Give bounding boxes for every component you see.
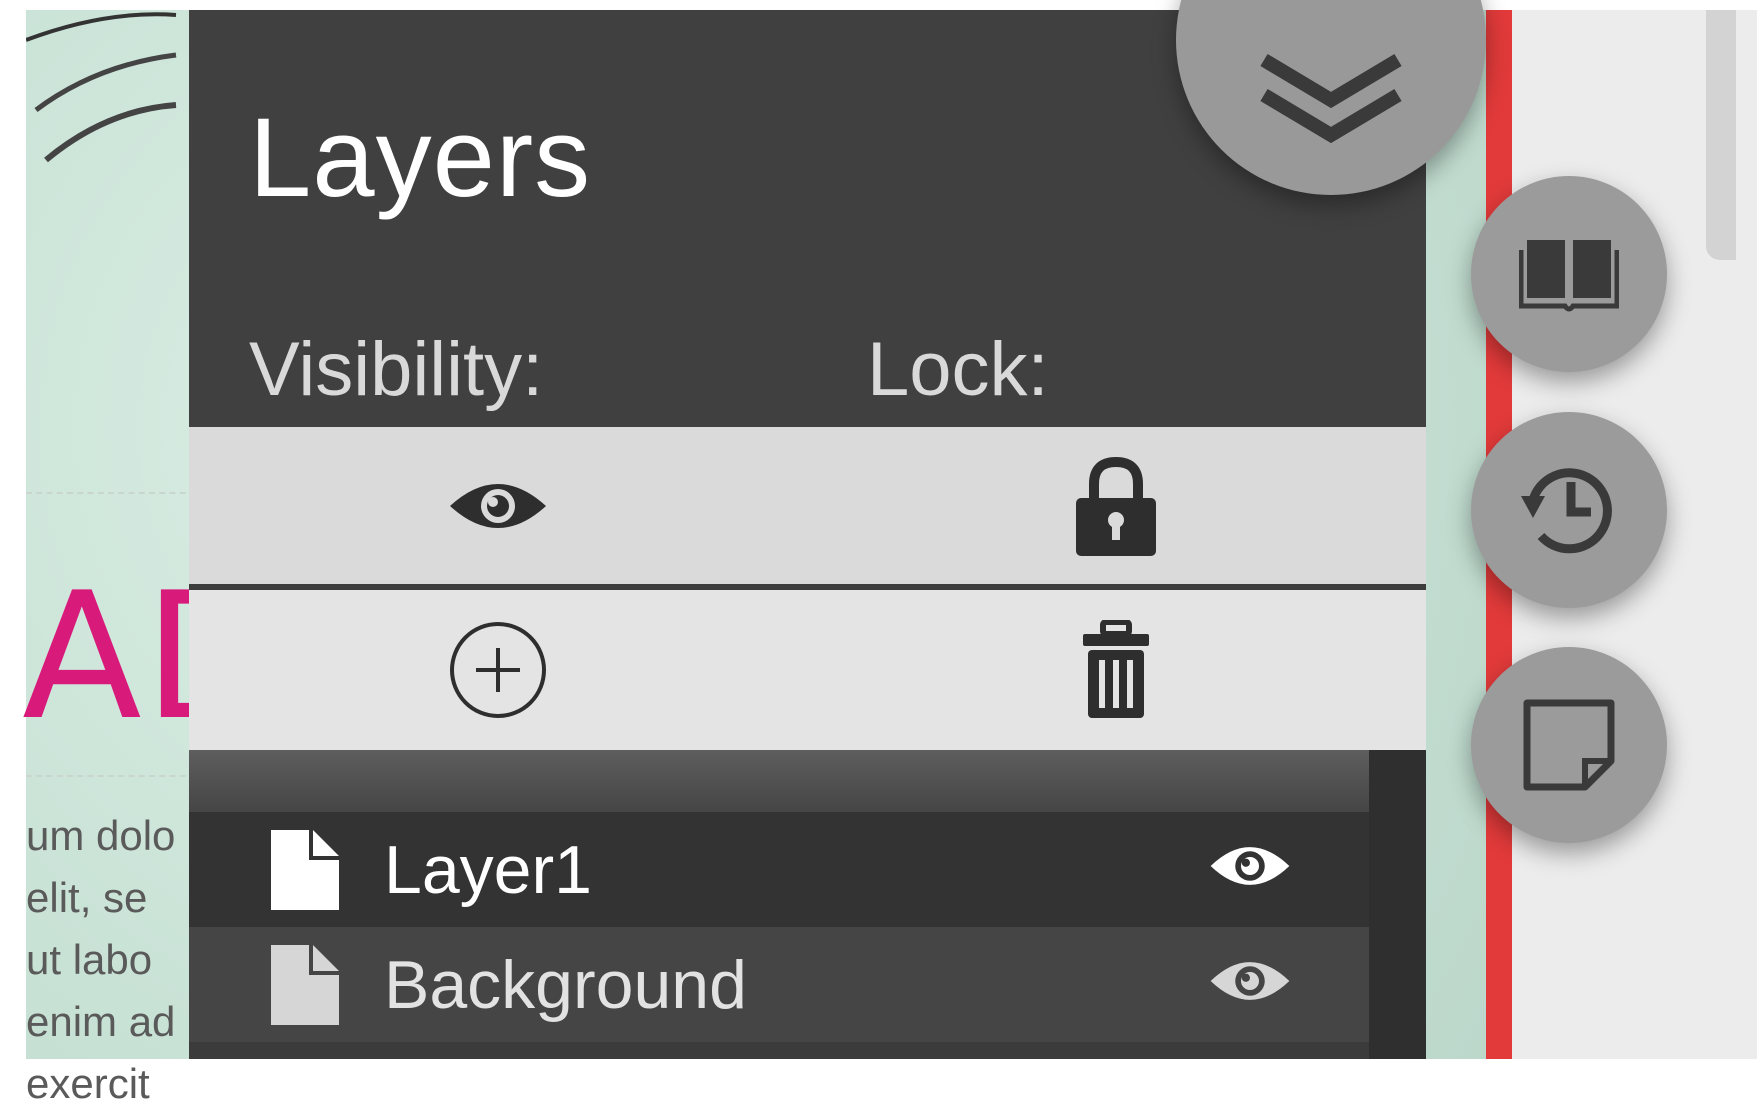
visibility-lock-row [189, 427, 1426, 584]
layers-panel: Layers Visibility: Lock: Layer1 Backgrou… [189, 10, 1426, 1059]
history-button[interactable] [1471, 412, 1667, 608]
library-button[interactable] [1471, 176, 1667, 372]
canvas-body-text: um dolo elit, se ut labo enim ad exercit [26, 805, 206, 1115]
eye-icon[interactable] [1209, 957, 1291, 1005]
eye-icon [450, 483, 546, 528]
delete-layer-button[interactable] [807, 590, 1425, 750]
toggle-visibility-button[interactable] [189, 427, 807, 584]
lock-label: Lock: [867, 327, 1049, 412]
eye-icon[interactable] [1209, 842, 1291, 890]
canvas-body-line: elit, se [26, 874, 148, 921]
panel-title: Layers [249, 95, 592, 220]
canvas-body-line: ut labo [26, 936, 153, 983]
list-top-shade [189, 750, 1369, 812]
chevron-double-down-icon [1260, 53, 1402, 144]
guide-line-top [26, 492, 196, 494]
layer-name: Layer1 [384, 832, 592, 908]
page-scrollbar-thumb[interactable] [1706, 10, 1736, 260]
trash-icon [1083, 620, 1149, 718]
history-icon [1521, 468, 1612, 554]
layer-list: Layer1 Background [189, 750, 1369, 1059]
notes-button[interactable] [1471, 647, 1667, 843]
canvas-body-line: um dolo [26, 812, 176, 859]
canvas-body-line: enim ad [26, 998, 176, 1045]
layer-item-background[interactable]: Background [189, 927, 1369, 1042]
visibility-label: Visibility: [249, 327, 544, 412]
add-layer-button[interactable] [189, 590, 807, 750]
layer-name: Background [384, 947, 747, 1023]
add-delete-row [189, 590, 1426, 750]
file-icon [271, 945, 339, 1025]
layer-item-layer1[interactable]: Layer1 [189, 812, 1369, 927]
book-icon [1519, 240, 1619, 312]
toggle-lock-button[interactable] [807, 427, 1425, 584]
layer-list-scrollbar[interactable] [1369, 750, 1426, 1059]
guide-line-bottom [26, 775, 196, 777]
lock-icon [1076, 456, 1156, 556]
decorative-curves [26, 12, 177, 163]
canvas-body-line: exercit [26, 1060, 150, 1107]
add-circle-icon [450, 622, 546, 718]
file-icon [271, 830, 339, 910]
sticky-note-icon [1523, 699, 1615, 791]
